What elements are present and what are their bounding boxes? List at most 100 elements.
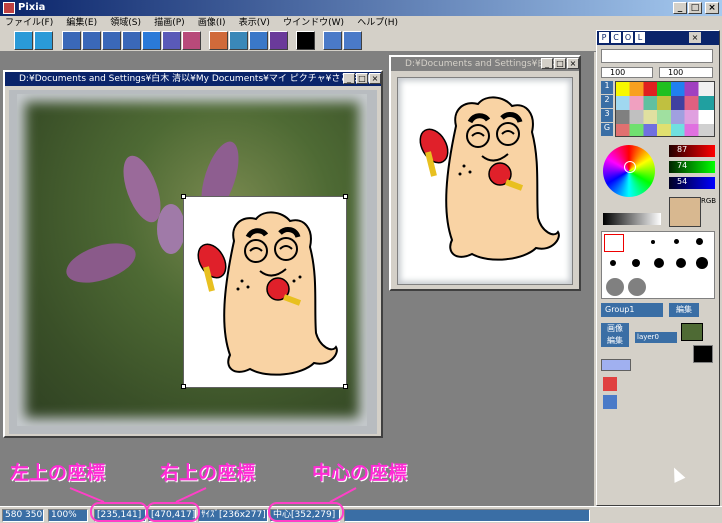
flower-petal <box>157 204 185 254</box>
brush-dot-icon[interactable] <box>674 239 679 244</box>
layer-tab-edit[interactable]: 編集 <box>601 335 629 347</box>
preview-close-button[interactable]: × <box>567 58 579 69</box>
red-slider[interactable]: 87 <box>669 145 715 157</box>
menu-window[interactable]: ウインドウ(W) <box>278 16 349 30</box>
document-close-button[interactable]: × <box>369 73 381 84</box>
app-minimize-button[interactable]: _ <box>673 2 687 14</box>
swatch-row-label: G <box>601 123 613 136</box>
freehand-tool-icon[interactable] <box>122 31 141 50</box>
menu-image[interactable]: 画像(I) <box>193 16 231 30</box>
menu-view[interactable]: 表示(V) <box>234 16 275 30</box>
preview-character-illustration <box>419 96 560 261</box>
palette-tab-p[interactable]: P <box>599 32 609 43</box>
current-color-swatch <box>669 197 701 227</box>
blue-slider[interactable]: 54 <box>669 177 715 189</box>
selection-handle[interactable] <box>343 194 348 199</box>
pen-tool-icon[interactable] <box>62 31 81 50</box>
opacity-value-1[interactable]: 100 <box>601 67 653 78</box>
mouse-cursor-icon <box>668 465 686 483</box>
zoom-out-button[interactable] <box>343 31 362 50</box>
app-icon <box>3 2 15 14</box>
selection-handle[interactable] <box>181 194 186 199</box>
palette-close-icon[interactable]: × <box>689 32 701 43</box>
brush-dot-icon[interactable] <box>606 278 624 296</box>
app-close-button[interactable]: × <box>705 2 719 14</box>
brush-dot-icon[interactable] <box>610 260 616 266</box>
curve-tool-icon[interactable] <box>102 31 121 50</box>
green-slider[interactable]: 74 <box>669 161 715 173</box>
document-window: D:¥Documents and Settings¥白木 清以¥My Docum… <box>3 70 383 438</box>
menu-file[interactable]: ファイル(F) <box>0 16 58 30</box>
brush-dot-icon[interactable] <box>696 238 703 245</box>
black-color-button[interactable] <box>296 31 315 50</box>
layer-color-swatch[interactable] <box>693 345 713 363</box>
annotation-arrows <box>69 487 357 503</box>
palette-tab-l[interactable]: L <box>635 32 645 43</box>
color-tool-icon[interactable] <box>269 31 288 50</box>
layer-tab-image[interactable]: 画像 <box>601 323 629 335</box>
layer-delete-icon[interactable] <box>603 377 617 391</box>
brush-dot-icon[interactable] <box>632 259 640 267</box>
group-select-value: Group1 <box>605 305 635 314</box>
select-tool-icon[interactable] <box>162 31 181 50</box>
palette-tab-c[interactable]: C <box>611 32 621 43</box>
opacity-value-2[interactable]: 100 <box>659 67 713 78</box>
brush-dot-icon[interactable] <box>676 258 686 268</box>
photo-canvas[interactable] <box>9 90 377 434</box>
pen-selector[interactable] <box>601 49 713 63</box>
swatch-row-label: 2 <box>601 95 613 108</box>
red-value: 87 <box>677 145 688 154</box>
selection-handle[interactable] <box>343 384 348 389</box>
preview-maximize-button[interactable]: □ <box>554 58 566 69</box>
swatch-row-label: 1 <box>601 81 613 94</box>
app-maximize-button[interactable]: □ <box>688 2 702 14</box>
document-window-title: D:¥Documents and Settings¥白木 清以¥My Docum… <box>5 72 381 86</box>
fill-tool-icon[interactable] <box>142 31 161 50</box>
eyedropper-tool-icon[interactable] <box>229 31 248 50</box>
gray-gradient-bar[interactable] <box>603 213 661 225</box>
document-minimize-button[interactable]: _ <box>343 73 355 84</box>
circle-tool-icon[interactable] <box>249 31 268 50</box>
rgb-mode-label[interactable]: RGB <box>701 197 716 205</box>
menu-help[interactable]: ヘルプ(H) <box>352 16 403 30</box>
flower-petal <box>61 235 141 291</box>
group-select[interactable]: Group1 <box>601 303 663 317</box>
preview-canvas[interactable] <box>397 77 573 285</box>
selection-region[interactable] <box>181 194 348 389</box>
preview-minimize-button[interactable]: _ <box>541 58 553 69</box>
layer-new-icon[interactable] <box>601 359 631 371</box>
status-zoom: 100% <box>48 509 88 522</box>
layer-thumbnail[interactable] <box>681 323 703 341</box>
document-maximize-button[interactable]: □ <box>356 73 368 84</box>
character-illustration <box>197 211 338 376</box>
undo-button[interactable] <box>14 31 33 50</box>
status-size-info: ｻｲｽﾞ[236x277] <box>198 509 268 522</box>
redo-button[interactable] <box>34 31 53 50</box>
layer-merge-icon[interactable] <box>603 395 617 409</box>
color-swatch-grid: 1 2 3 G <box>601 81 715 137</box>
opacity-row: 100 100 <box>601 67 713 78</box>
menu-selection[interactable]: 領域(S) <box>105 16 146 30</box>
selection-handle[interactable] <box>181 384 186 389</box>
status-empty <box>344 509 590 522</box>
transform-tool-icon[interactable] <box>209 31 228 50</box>
menu-bar: ファイル(F) 編集(E) 領域(S) 描画(P) 画像(I) 表示(V) ウイ… <box>0 16 722 30</box>
brush-edit-button[interactable]: 編集 <box>669 303 699 317</box>
swatches[interactable] <box>615 81 715 137</box>
line-tool-icon[interactable] <box>82 31 101 50</box>
menu-edit[interactable]: 編集(E) <box>61 16 102 30</box>
brush-dot-icon[interactable] <box>604 234 624 252</box>
zoom-in-button[interactable] <box>323 31 342 50</box>
grid-tool-icon[interactable] <box>182 31 201 50</box>
brush-dot-icon[interactable] <box>654 258 664 268</box>
brush-dot-icon[interactable] <box>651 240 655 244</box>
menu-draw[interactable]: 描画(P) <box>149 16 189 30</box>
brush-dot-icon[interactable] <box>696 257 708 269</box>
green-value: 74 <box>677 161 688 170</box>
palette-tab-o[interactable]: O <box>623 32 633 43</box>
status-canvas-size: 580 350 <box>2 509 44 522</box>
preview-window: D:¥Documents and Settings¥白木 清以¥... _ □ … <box>389 55 581 291</box>
layer-name[interactable]: layer0 <box>635 332 677 343</box>
palette-tab-bar: P C O L × <box>597 31 719 45</box>
brush-dot-icon[interactable] <box>628 278 646 296</box>
